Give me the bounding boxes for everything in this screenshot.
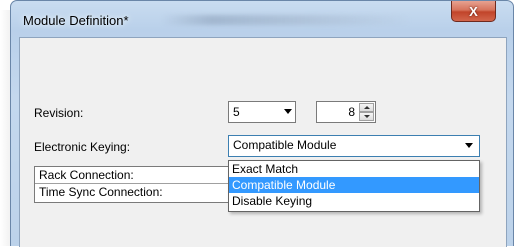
title-bar[interactable]: Module Definition* X	[11, 1, 513, 37]
electronic-keying-select[interactable]: Compatible Module	[228, 135, 480, 157]
title-bar-blur	[161, 15, 411, 25]
revision-minor-stepper[interactable]: 8	[316, 101, 376, 123]
dropdown-option-compatible-module[interactable]: Compatible Module	[229, 177, 479, 193]
electronic-keying-label: Electronic Keying:	[34, 140, 131, 154]
revision-label: Revision:	[34, 106, 84, 120]
background-edge	[0, 10, 10, 246]
revision-major-value: 5	[233, 105, 240, 119]
connection-table: Rack Connection: Time Sync Connection:	[34, 166, 234, 203]
dropdown-option-disable-keying[interactable]: Disable Keying	[229, 193, 479, 209]
spin-down-button[interactable]	[359, 112, 374, 121]
module-definition-window: Module Definition* X Revision: 5 8 Elect…	[10, 0, 514, 247]
rack-connection-row[interactable]: Rack Connection:	[35, 167, 233, 184]
chevron-down-icon	[465, 143, 473, 148]
dialog-client-area: Revision: 5 8 Electronic Keying: Compati…	[19, 37, 507, 247]
close-icon: X	[469, 3, 478, 19]
rack-connection-label: Rack Connection:	[39, 168, 134, 182]
electronic-keying-dropdown: Exact Match Compatible Module Disable Ke…	[228, 160, 480, 212]
time-sync-connection-label: Time Sync Connection:	[39, 185, 163, 199]
revision-minor-spin-buttons	[359, 103, 374, 121]
electronic-keying-value: Compatible Module	[233, 138, 337, 152]
chevron-down-icon	[284, 109, 292, 114]
time-sync-connection-row[interactable]: Time Sync Connection:	[35, 184, 233, 201]
arrow-up-icon	[364, 106, 370, 109]
revision-minor-value: 8	[348, 105, 355, 119]
close-button[interactable]: X	[451, 1, 496, 22]
window-title: Module Definition*	[23, 13, 129, 28]
revision-major-select[interactable]: 5	[228, 101, 296, 123]
arrow-down-icon	[364, 115, 370, 118]
spin-up-button[interactable]	[359, 103, 374, 112]
dropdown-option-exact-match[interactable]: Exact Match	[229, 161, 479, 177]
